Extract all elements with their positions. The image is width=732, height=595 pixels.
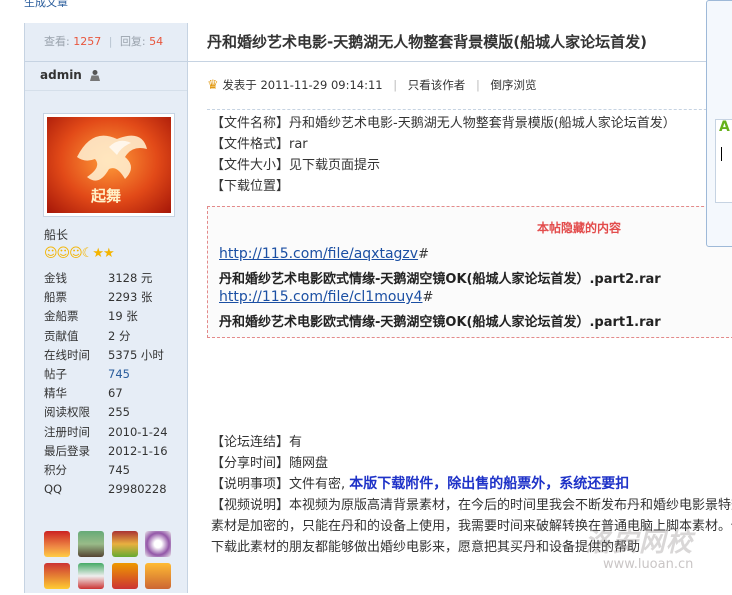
body-line: 【文件大小】见下载页面提示: [211, 158, 381, 173]
replies-label: 回复:: [119, 35, 146, 48]
sun-icon: ☺☺☺: [44, 246, 83, 261]
medal-icon[interactable]: [145, 563, 172, 589]
watermark-site: www.luoan.cn: [603, 557, 694, 572]
svg-text:起舞: 起舞: [90, 187, 121, 205]
body-line: 【文件名称】丹和婚纱艺术电影-天鹅湖无人物整套背景模版(船城人家论坛首发）: [211, 116, 676, 131]
body-line: 【下载位置】: [211, 179, 290, 194]
reverse-browse-link[interactable]: 倒序浏览: [490, 78, 536, 92]
hidden-content-header: 本帖隐藏的内容: [537, 221, 622, 235]
only-author-link[interactable]: 只看该作者: [408, 78, 466, 92]
info-row: QQ 29980228: [44, 482, 167, 497]
file-name-2: 丹和婚纱艺术电影欧式情缘-天鹅湖空镜OK(船城人家论坛首发）.part1.rar: [219, 315, 661, 330]
download-link-row: http://115.com/file/cl1mouy4#: [219, 289, 434, 305]
moon-icon: ☾: [81, 246, 94, 261]
info-row: 在线时间 5375 小时: [44, 347, 164, 362]
body-line: 【文件格式】rar: [211, 137, 308, 152]
info-row: 金钱 3128 元: [44, 271, 153, 285]
medal-icon[interactable]: [145, 531, 172, 557]
views-label: 查看:: [44, 35, 70, 48]
font-a-icon: A: [719, 119, 730, 135]
online-status-icon: [89, 64, 101, 81]
phoenix-logo-icon: 起舞: [77, 135, 147, 205]
watermark-brand: 洛安网校: [585, 528, 694, 558]
hidden-content-box: 本帖隐藏的内容 http://115.com/file/aqxtagzv# 丹和…: [207, 206, 732, 338]
medal-icon[interactable]: [111, 563, 138, 589]
floating-reply-panel[interactable]: A: [706, 0, 732, 247]
post-title: 丹和婚纱艺术电影-天鹅湖无人物整套背景模版(船城人家论坛首发): [188, 23, 732, 62]
generate-article-link[interactable]: 生成文章: [24, 0, 68, 10]
info-row: 精华 67: [44, 386, 123, 401]
medal-icon[interactable]: [77, 531, 104, 557]
user-rank: 船长: [44, 228, 69, 242]
info-row: 帖子 745: [44, 366, 130, 381]
author-crown-icon: ♛: [207, 78, 219, 93]
download-link-2[interactable]: http://115.com/file/cl1mouy4: [219, 289, 422, 305]
post-count-link[interactable]: 745: [108, 367, 130, 381]
replies-count: 54: [149, 35, 164, 48]
avatar-image: 起舞: [47, 117, 171, 213]
post-meta: ♛ 发表于 2011-11-29 09:14:11 | 只看该作者 | 倒序浏览: [188, 72, 732, 98]
rank-stars: ☺☺☺☾★★: [44, 246, 115, 261]
posted-on: 发表于 2011-11-29 09:14:11: [222, 78, 383, 92]
info-row: 最后登录 2012-1-16: [44, 443, 168, 458]
medal-icon[interactable]: [44, 563, 70, 589]
post-frame: 查看: 1257 | 回复: 54 admin 起舞 船长 ☺☺☺☾★★ 金钱 …: [24, 23, 732, 593]
medal-icon[interactable]: [44, 531, 70, 557]
download-link-row: http://115.com/file/aqxtagzv#: [219, 246, 429, 262]
info-row: 阅读权限 255: [44, 405, 130, 420]
medal-icon[interactable]: [77, 563, 104, 589]
author-sidebar: 查看: 1257 | 回复: 54 admin 起舞 船长 ☺☺☺☾★★ 金钱 …: [25, 23, 188, 593]
notice-line: 【说明事项】文件有密, 本版下载附件，除出售的船票外，系统还要扣: [211, 474, 732, 495]
user-info-list: 金钱 3128 元 船票 2293 张 金船票 19 张 贡献值 2 分 在线时间 537…: [44, 269, 184, 499]
text-caret: [721, 147, 722, 161]
share-time-line: 【分享时间】随网盘: [211, 456, 329, 471]
medal-icon[interactable]: [111, 531, 138, 557]
views-count: 1257: [73, 35, 102, 48]
author-name[interactable]: admin: [40, 68, 82, 82]
star-icon: ★★: [92, 246, 114, 261]
thread-stats: 查看: 1257 | 回复: 54: [25, 23, 187, 62]
download-link-1[interactable]: http://115.com/file/aqxtagzv: [219, 246, 418, 262]
notice-highlight: 本版下载附件，除出售的船票外，系统还要扣: [349, 476, 630, 492]
forum-link-line: 【论坛连结】有: [211, 435, 303, 450]
info-row: 积分 745: [44, 462, 130, 477]
post-content-area: 丹和婚纱艺术电影-天鹅湖无人物整套背景模版(船城人家论坛首发) ♛ 发表于 20…: [188, 23, 732, 593]
info-row: 注册时间 2010-1-24: [44, 424, 168, 439]
notice-prefix: 【说明事项】文件有密,: [211, 477, 346, 492]
author-name-row: admin: [25, 62, 187, 91]
file-name-1: 丹和婚纱艺术电影欧式情缘-天鹅湖空镜OK(船城人家论坛首发）.part2.rar: [219, 272, 661, 287]
info-row: 贡献值 2 分: [44, 328, 131, 343]
post-body: 【文件名称】丹和婚纱艺术电影-天鹅湖无人物整套背景模版(船城人家论坛首发） 【文…: [211, 113, 732, 197]
info-row: 金船票 19 张: [44, 309, 138, 324]
avatar[interactable]: 起舞: [43, 113, 175, 217]
medal-list: [44, 531, 184, 595]
info-row: 船票 2293 张: [44, 290, 153, 305]
meta-divider: [207, 109, 732, 110]
